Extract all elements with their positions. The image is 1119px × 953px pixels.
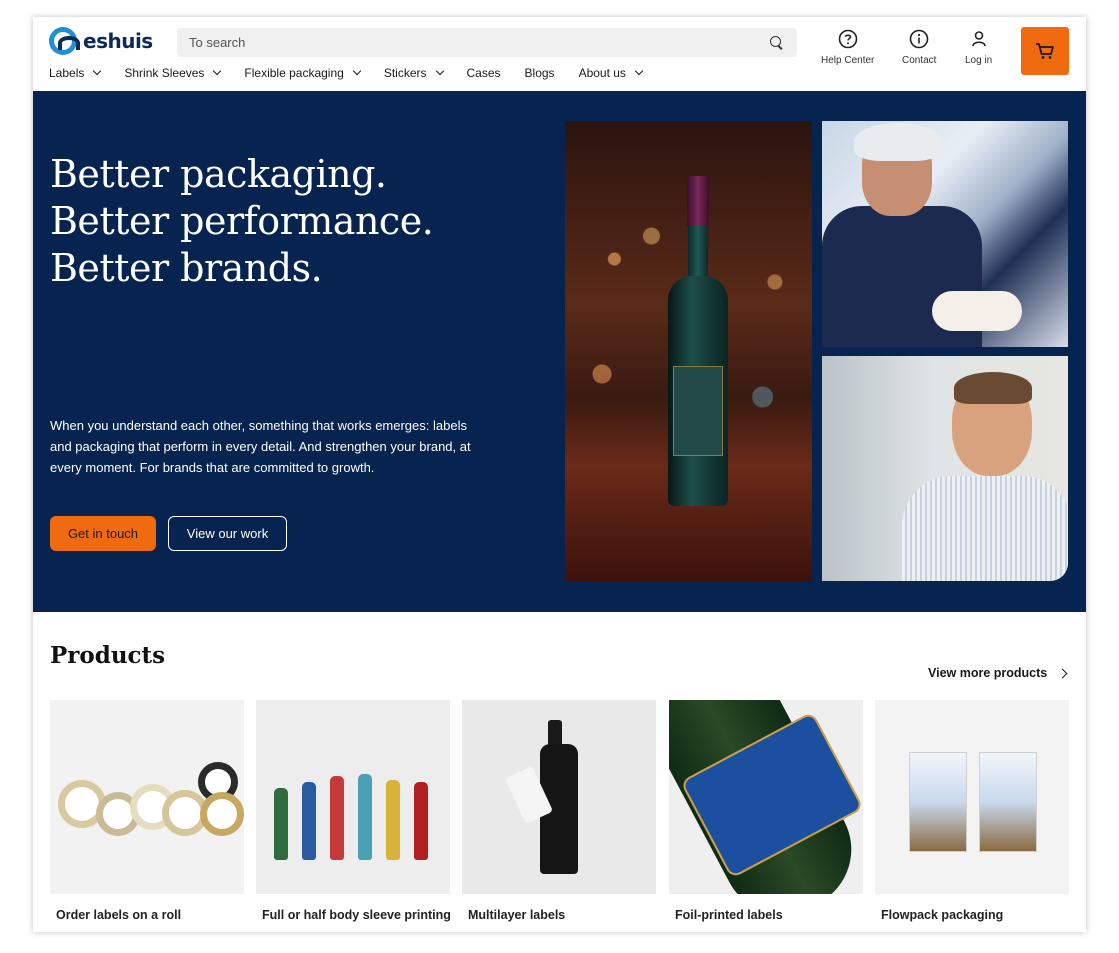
hero-title-line: Better brands. [50, 246, 323, 290]
label-rolls-image [50, 700, 244, 894]
chevron-down-icon [93, 66, 102, 76]
eshuis-logo-icon [49, 27, 80, 55]
nav-item-label: Cases [466, 66, 501, 80]
browser-page: eshuis Labels Shrink Sleeves Flexible pa… [33, 17, 1086, 932]
hero-text: When you understand each other, somethin… [50, 418, 471, 475]
chevron-right-icon [1057, 668, 1068, 678]
man-on-phone-image [822, 356, 1068, 581]
wine-bottle [668, 176, 728, 506]
chevron-down-icon [435, 66, 444, 76]
flowpack-bags-image [875, 700, 1069, 894]
info-icon [909, 29, 929, 49]
multilayer-bottle-image [462, 700, 656, 894]
get-in-touch-button[interactable]: Get in touch [50, 516, 156, 551]
product-label: Foil-printed labels [675, 908, 783, 922]
nav-item-cases[interactable]: Cases [467, 66, 501, 80]
production-worker-image [822, 121, 1068, 347]
product-label: Multilayer labels [468, 908, 566, 922]
foil-label-bottle-image [669, 700, 863, 894]
product-card[interactable]: Foil-printed labels [669, 700, 863, 922]
nav-item-stickers[interactable]: Stickers [383, 66, 444, 80]
hero-title: Better packaging. Better performance. Be… [50, 151, 434, 292]
product-label: Flowpack packaging [881, 908, 1004, 922]
logo-text: eshuis [83, 29, 153, 53]
product-card[interactable]: Flowpack packaging [875, 700, 1069, 922]
nav-item-label: Stickers [383, 66, 427, 80]
nav-item-about-us[interactable]: About us [578, 66, 644, 80]
user-icon [971, 31, 986, 47]
cart-icon [1036, 43, 1054, 59]
nav-item-label: Flexible packaging [244, 66, 344, 80]
chevron-down-icon [352, 66, 362, 76]
hero-title-line: Better packaging. [50, 152, 387, 196]
view-our-work-button[interactable]: View our work [168, 516, 287, 551]
product-card[interactable]: Order labels on a roll [50, 700, 244, 922]
search-icon[interactable] [769, 35, 785, 51]
product-card[interactable]: Multilayer labels [462, 700, 656, 922]
nav-item-label: About us [578, 66, 626, 80]
nav-item-label: Blogs [524, 66, 555, 80]
wine-bottle-image [565, 121, 812, 581]
product-label: Order labels on a roll [56, 908, 182, 922]
login-link[interactable]: Log in [965, 29, 992, 66]
search-input[interactable] [189, 35, 769, 50]
main-nav: Labels Shrink Sleeves Flexible packaging… [49, 66, 666, 80]
view-more-products-link[interactable]: View more products [928, 666, 1068, 680]
product-card[interactable]: Full or half body sleeve printing [256, 700, 451, 922]
site-header: eshuis Labels Shrink Sleeves Flexible pa… [33, 17, 1086, 91]
logo[interactable]: eshuis [49, 27, 153, 55]
help-icon [838, 29, 857, 49]
nav-item-blogs[interactable]: Blogs [525, 66, 555, 80]
nav-item-flexible-packaging[interactable]: Flexible packaging [244, 66, 362, 80]
contact-link[interactable]: Contact [902, 29, 936, 66]
sleeve-bottles-image [256, 700, 450, 894]
nav-item-shrink-sleeves[interactable]: Shrink Sleeves [124, 66, 222, 80]
login-label: Log in [965, 55, 993, 66]
product-label: Full or half body sleeve printing [262, 908, 451, 922]
help-center-link[interactable]: Help Center [821, 29, 874, 66]
nav-item-label: Shrink Sleeves [124, 66, 205, 80]
cart-button[interactable] [1021, 27, 1069, 75]
search-bar [177, 28, 797, 57]
chevron-down-icon [634, 66, 644, 76]
contact-label: Contact [902, 55, 937, 66]
nav-item-labels[interactable]: Labels [49, 66, 102, 80]
chevron-down-icon [213, 66, 222, 76]
help-center-label: Help Center [821, 55, 875, 66]
nav-item-label: Labels [49, 66, 85, 80]
hero-section: Better packaging. Better performance. Be… [33, 91, 1086, 612]
view-more-label: View more products [928, 666, 1048, 680]
hero-title-line: Better performance. [50, 199, 434, 243]
products-heading: Products [50, 642, 166, 669]
